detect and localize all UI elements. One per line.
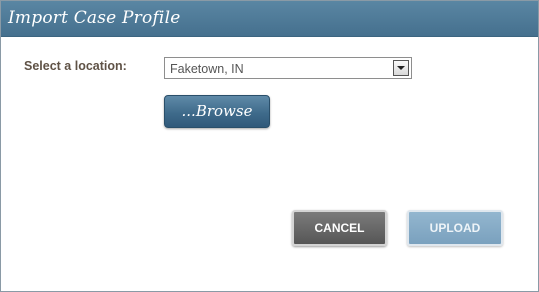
dialog-title: Import Case Profile (8, 8, 181, 28)
location-select-value: Faketown, IN (170, 62, 244, 76)
import-case-profile-dialog: Import Case Profile Select a location: F… (0, 0, 539, 292)
chevron-down-icon[interactable] (393, 60, 409, 76)
cancel-button[interactable]: CANCEL (292, 210, 387, 246)
location-select[interactable]: Faketown, IN (164, 57, 412, 79)
dialog-titlebar: Import Case Profile (1, 1, 538, 37)
browse-button[interactable]: ...Browse (164, 95, 270, 128)
location-label: Select a location: (24, 59, 127, 73)
upload-button[interactable]: UPLOAD (407, 210, 503, 246)
